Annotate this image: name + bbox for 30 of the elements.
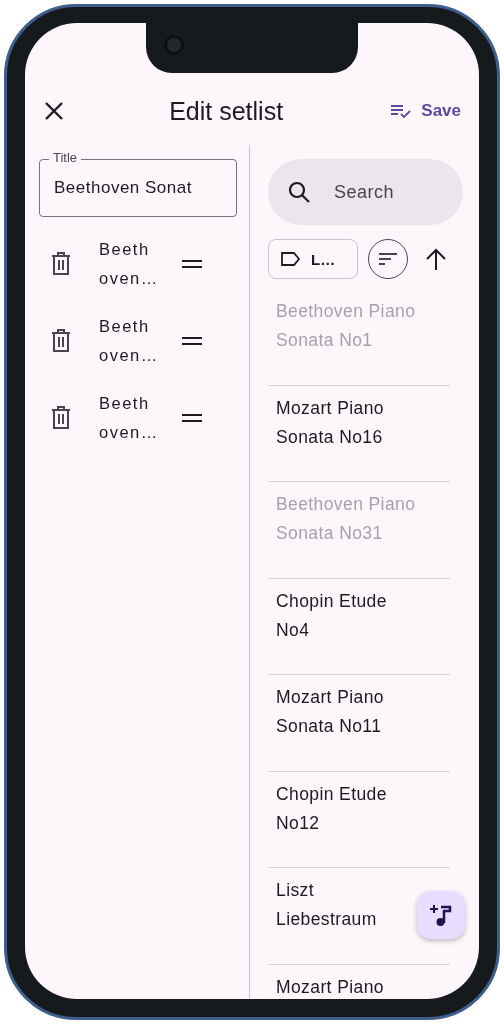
- music-note-plus-icon: [429, 903, 453, 927]
- song-item[interactable]: Mozart Piano Sonata No11: [276, 683, 418, 741]
- trash-icon[interactable]: [51, 328, 71, 353]
- drag-handle-icon[interactable]: [181, 259, 202, 268]
- setlist-song-name: Beethoven…: [99, 392, 160, 443]
- search-field[interactable]: Search: [268, 159, 463, 225]
- save-button[interactable]: Save: [389, 97, 463, 125]
- drag-handle-icon[interactable]: [181, 413, 202, 422]
- setlist-song-name: Beethoven…: [99, 238, 160, 289]
- song-item[interactable]: Chopin Etude No4: [276, 586, 418, 645]
- search-icon: [288, 181, 310, 203]
- trash-icon[interactable]: [51, 405, 71, 430]
- field-label: Title: [49, 150, 82, 165]
- screen-title: Edit setlist: [168, 96, 285, 126]
- close-icon: [45, 102, 63, 120]
- song-item[interactable]: Mozart Piano: [276, 972, 384, 999]
- camera-icon: [164, 35, 184, 55]
- song-item[interactable]: Mozart Piano Sonata No16: [276, 393, 418, 452]
- playlist-check-icon: [391, 104, 412, 118]
- song-item[interactable]: Liszt Liebestraum: [276, 876, 418, 934]
- close-button[interactable]: [45, 102, 63, 120]
- drag-handle-icon[interactable]: [181, 336, 202, 345]
- filter-chip[interactable]: L…: [268, 239, 358, 279]
- setlist-song-name: Beethoven…: [99, 315, 160, 366]
- arrow-up-icon: [426, 248, 446, 270]
- song-item[interactable]: Chopin Etude No12: [276, 779, 418, 838]
- trash-icon[interactable]: [51, 251, 71, 276]
- label-icon: [281, 252, 301, 266]
- add-song-button[interactable]: [417, 891, 465, 939]
- sort-icon: [379, 253, 397, 265]
